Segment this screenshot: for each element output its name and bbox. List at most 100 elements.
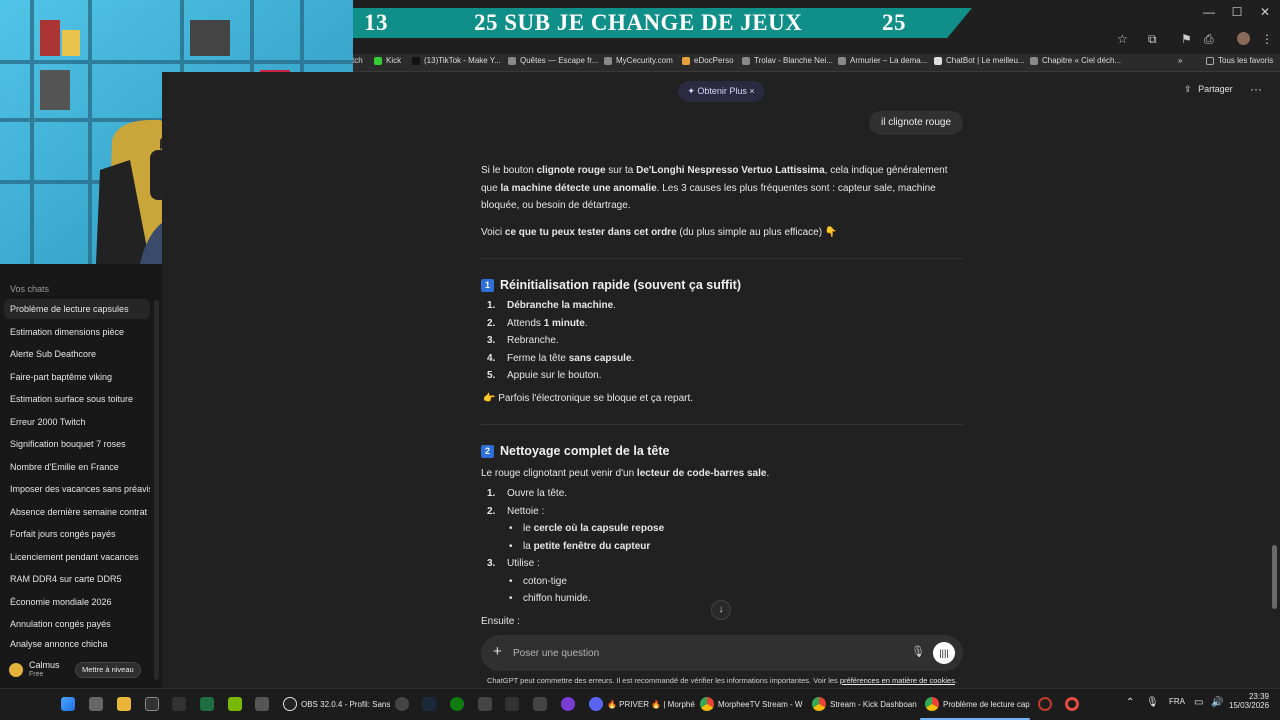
- microphone-icon[interactable]: 🎙: [911, 645, 925, 658]
- network-icon[interactable]: ▭: [1194, 697, 1203, 708]
- chat-item[interactable]: Problème de lecture capsules: [4, 299, 150, 319]
- extensions-icon[interactable]: ⧉: [1148, 32, 1157, 47]
- upgrade-button[interactable]: Mettre à niveau: [75, 662, 141, 678]
- chat-item[interactable]: Imposer des vacances sans préavis: [4, 479, 150, 499]
- ensuite-text: Ensuite :: [481, 616, 520, 627]
- bookmark-item[interactable]: Kick: [374, 56, 401, 65]
- chat-item[interactable]: Analyse annonce chicha: [4, 637, 150, 651]
- chat-item[interactable]: Forfait jours congés payés: [4, 524, 150, 544]
- chat-item[interactable]: Faire-part baptême viking: [4, 367, 150, 387]
- maximize-button[interactable]: ☐: [1225, 4, 1249, 20]
- main-scrollbar[interactable]: [1272, 545, 1277, 609]
- message-composer: + 🎙 ||||: [481, 635, 963, 671]
- section-2-intro: Le rouge clignotant peut venir d'un lect…: [481, 468, 770, 479]
- bookmark-item[interactable]: ChatBot | Le meilleu...: [934, 56, 1025, 65]
- sub-list-item: • coton-tige: [509, 576, 567, 587]
- bookmark-item[interactable]: Trolav - Blanche Nei...: [742, 56, 833, 65]
- voice-mode-button[interactable]: ||||: [933, 642, 955, 664]
- volume-icon[interactable]: 🔊: [1211, 697, 1223, 708]
- language-indicator[interactable]: FRA: [1169, 697, 1185, 706]
- sub-list-item: • chiffon humide.: [509, 593, 591, 604]
- user-profile[interactable]: Calmus Free Mettre à niveau: [0, 656, 162, 686]
- clock[interactable]: 23:39 15/03/2026: [1229, 692, 1269, 710]
- bookmark-item[interactable]: (13)TikTok - Make Y...: [412, 56, 501, 65]
- chat-item[interactable]: Économie mondiale 2026: [4, 592, 150, 612]
- page-icon: [604, 56, 612, 65]
- chrome-icon: [925, 697, 939, 711]
- chat-item[interactable]: Annulation congés payés: [4, 614, 150, 634]
- taskbar-app-chrome-active[interactable]: Problème de lecture cap: [925, 697, 1030, 711]
- chevron-up-icon[interactable]: ⌃: [1126, 697, 1134, 708]
- bookmarks-overflow[interactable]: »: [1178, 56, 1182, 65]
- app-icon[interactable]: [478, 697, 492, 711]
- close-button[interactable]: ✕: [1253, 4, 1277, 20]
- minimize-button[interactable]: —: [1197, 4, 1221, 20]
- sidebar-scrollbar[interactable]: [154, 300, 159, 680]
- chat-item[interactable]: Licenciement pendant vacances: [4, 547, 150, 567]
- chat-item[interactable]: Estimation surface sous toiture: [4, 389, 150, 409]
- chat-item[interactable]: Absence dernière semaine contrat: [4, 502, 150, 522]
- xbox-icon[interactable]: [450, 697, 464, 711]
- chat-item[interactable]: Nombre d'Emilie en France: [4, 457, 150, 477]
- more-options-button[interactable]: ···: [1250, 82, 1262, 96]
- list-item: 4. Ferme la tête sans capsule.: [487, 353, 635, 364]
- chatbot-icon: [934, 56, 942, 65]
- list-item: 1. Ouvre la tête.: [487, 488, 568, 499]
- prompt-input[interactable]: [513, 644, 883, 662]
- banner-right-number: 25: [882, 10, 906, 35]
- cookie-preferences-link[interactable]: préférences en matière de cookies: [840, 676, 955, 685]
- divider: [481, 424, 963, 425]
- app-icon[interactable]: [172, 697, 186, 711]
- bookmark-item[interactable]: Armurier – La dema...: [838, 56, 927, 65]
- bookmark-item[interactable]: Chapitre « Ciel déch...: [1030, 56, 1121, 65]
- bookmark-item[interactable]: Quêtes — Escape fr...: [508, 56, 598, 65]
- app-icon[interactable]: [145, 697, 159, 711]
- plus-icon[interactable]: +: [493, 643, 502, 660]
- chat-item[interactable]: Alerte Sub Deathcore: [4, 344, 150, 364]
- microphone-icon[interactable]: 🎙: [1146, 697, 1159, 708]
- menu-icon[interactable]: ⋮: [1261, 32, 1273, 46]
- gear-icon: [838, 56, 846, 65]
- chrome-icon: [700, 697, 714, 711]
- chat-item[interactable]: Estimation dimensions pièce: [4, 322, 150, 342]
- excel-icon[interactable]: [200, 697, 214, 711]
- chat-item[interactable]: Erreur 2000 Twitch: [4, 412, 150, 432]
- chat-item[interactable]: Signification bouquet 7 roses: [4, 434, 150, 454]
- chat-item[interactable]: RAM DDR4 sur carte DDR5: [4, 569, 150, 589]
- obs-icon: [283, 697, 297, 711]
- app-icon[interactable]: [505, 697, 519, 711]
- all-bookmarks[interactable]: Tous les favoris: [1206, 56, 1273, 65]
- app-icon[interactable]: [533, 697, 547, 711]
- share-button[interactable]: ⇪ Partager: [1184, 84, 1233, 95]
- print-icon[interactable]: ⎙: [1204, 32, 1214, 47]
- steam-icon[interactable]: [422, 697, 436, 711]
- file-explorer-icon[interactable]: [117, 697, 131, 711]
- arrow-down-icon: ↓: [718, 604, 724, 615]
- nvidia-icon[interactable]: [228, 697, 242, 711]
- taskbar-app-obs[interactable]: OBS 32.0.4 - Profil: Sans: [283, 697, 390, 711]
- start-icon[interactable]: [61, 697, 75, 711]
- page-icon: [1030, 56, 1038, 65]
- get-plus-button[interactable]: ✦ Obtenir Plus ×: [678, 81, 764, 102]
- app-icon[interactable]: [255, 697, 269, 711]
- app-icon[interactable]: [395, 697, 409, 711]
- bookmark-manager-icon[interactable]: ⚑: [1181, 32, 1192, 46]
- bookmark-item[interactable]: eDocPerso: [682, 56, 734, 65]
- star-icon[interactable]: ☆: [1117, 32, 1128, 46]
- opera-icon[interactable]: [1065, 697, 1079, 711]
- app-icon[interactable]: [561, 697, 575, 711]
- folder-icon: [1206, 56, 1214, 65]
- taskbar-app-chrome[interactable]: MorpheeTV Stream - W: [700, 697, 802, 711]
- sub-list-item: • le cercle où la capsule repose: [509, 523, 665, 534]
- bookmark-item[interactable]: tch: [352, 56, 363, 65]
- profile-avatar[interactable]: [1237, 32, 1250, 45]
- taskbar-app-chrome[interactable]: Stream - Kick Dashboan: [812, 697, 917, 711]
- scroll-down-button[interactable]: ↓: [711, 600, 731, 620]
- bookmark-item[interactable]: MyCecurity.com: [604, 56, 673, 65]
- section-1-heading: 1 Réinitialisation rapide (souvent ça suf…: [481, 278, 741, 292]
- task-view-icon[interactable]: [89, 697, 103, 711]
- banner-left-number: 13: [364, 10, 388, 35]
- section-2-heading: 2 Nettoyage complet de la tête: [481, 444, 670, 458]
- opera-icon[interactable]: [1038, 697, 1052, 711]
- taskbar-app-discord[interactable]: 🔥 PRIVER 🔥 | Morphé: [589, 697, 695, 711]
